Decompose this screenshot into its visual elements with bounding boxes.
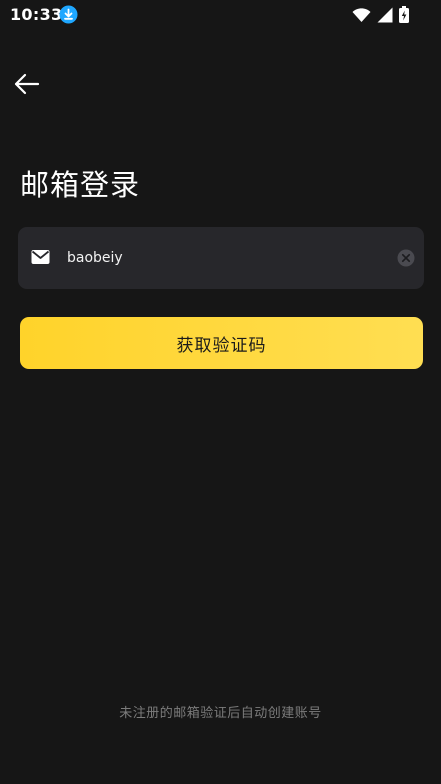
signal-icon <box>377 7 393 23</box>
arrow-left-icon <box>12 73 42 102</box>
clear-input-button[interactable] <box>397 249 415 267</box>
battery-charging-icon <box>399 6 409 23</box>
wifi-icon <box>352 7 371 23</box>
page-title: 邮箱登录 <box>20 168 141 202</box>
status-bar: 10:33 <box>0 0 441 30</box>
status-time: 10:33 <box>10 5 63 24</box>
email-field[interactable] <box>18 227 424 289</box>
status-icons <box>352 5 409 24</box>
clear-circle-icon <box>397 249 415 271</box>
email-input[interactable] <box>67 245 387 271</box>
get-verification-code-button[interactable]: 获取验证码 <box>20 317 423 369</box>
mail-icon <box>31 249 50 265</box>
back-button[interactable] <box>12 70 42 98</box>
footer-note: 未注册的邮箱验证后自动创建账号 <box>119 706 322 721</box>
download-icon <box>59 5 78 24</box>
